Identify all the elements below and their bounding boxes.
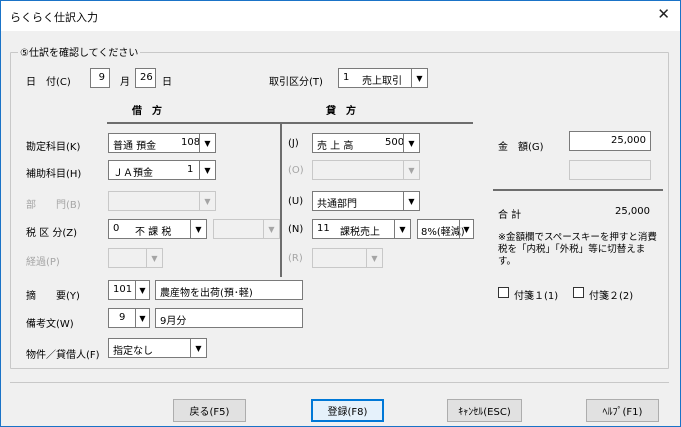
biko-label: 備考文(W) bbox=[26, 319, 74, 330]
total-value: 25,000 bbox=[615, 206, 650, 217]
day-unit: 日 bbox=[162, 77, 172, 88]
credit-sub-key: (O) bbox=[288, 165, 304, 176]
tax-toggle-note: ※金額欄でスペースキーを押すと消費税を「内税」「外税」等に切替えます。 bbox=[498, 232, 657, 267]
chevron-down-icon: ▼ bbox=[135, 281, 149, 299]
credit-dept-key: (U) bbox=[288, 196, 304, 207]
close-icon[interactable]: ✕ bbox=[657, 7, 670, 22]
chevron-down-icon: ▼ bbox=[199, 134, 215, 152]
chevron-down-icon: ▼ bbox=[403, 192, 419, 210]
debit-sub-label: 補助科目(H) bbox=[26, 169, 82, 180]
credit-tax-select[interactable]: 11 課税売上 ▼ bbox=[312, 219, 411, 239]
day-input[interactable]: 26 bbox=[135, 68, 156, 88]
cancel-button[interactable]: ｷｬﾝｾﾙ(ESC) bbox=[447, 399, 522, 422]
header-divider bbox=[107, 122, 473, 124]
chevron-down-icon: ▼ bbox=[403, 134, 419, 152]
credit-sub-select: ▼ bbox=[312, 160, 420, 180]
biko-code-select[interactable]: 9 ▼ bbox=[108, 308, 150, 328]
chevron-down-icon: ▼ bbox=[199, 192, 215, 210]
fusen2-label: 付箋２(2) bbox=[589, 291, 634, 302]
total-label: 合 計 bbox=[498, 210, 522, 221]
tekiyo-label: 摘 要(Y) bbox=[26, 291, 80, 302]
credit-keika-select: ▼ bbox=[312, 248, 383, 268]
chevron-down-icon: ▼ bbox=[146, 249, 162, 267]
debit-dept-label: 部 門(B) bbox=[26, 200, 81, 211]
dialog-window: らくらく仕訳入力 ✕ ⑤仕訳を確認してください 日 付(C) 9 月 26 日 … bbox=[0, 0, 681, 427]
chevron-down-icon: ▼ bbox=[411, 69, 427, 87]
help-button[interactable]: ﾍﾙﾌﾟ(F1) bbox=[586, 399, 659, 422]
debit-keika-label: 経過(P) bbox=[26, 257, 60, 268]
amount-tax-input bbox=[569, 160, 651, 180]
chevron-down-icon: ▼ bbox=[199, 161, 215, 179]
date-label: 日 付(C) bbox=[26, 77, 71, 88]
amount-input[interactable]: 25,000 bbox=[569, 131, 651, 151]
credit-header: 貸 方 bbox=[326, 106, 356, 117]
month-unit: 月 bbox=[120, 77, 130, 88]
chevron-down-icon: ▼ bbox=[366, 249, 382, 267]
fusen1-checkbox[interactable] bbox=[498, 287, 509, 298]
credit-tax-key: (N) bbox=[288, 224, 304, 235]
debit-header: 借 方 bbox=[132, 106, 162, 117]
torihiki-label: 取引区分(T) bbox=[269, 77, 323, 88]
window-title: らくらく仕訳入力 bbox=[10, 11, 98, 24]
month-input[interactable]: 9 bbox=[90, 68, 110, 88]
chevron-down-icon: ▼ bbox=[459, 220, 473, 238]
chevron-down-icon: ▼ bbox=[263, 220, 279, 238]
chevron-down-icon: ▼ bbox=[135, 309, 149, 327]
debit-tax-select[interactable]: 0 不 課 税 ▼ bbox=[108, 219, 207, 239]
bukken-select[interactable]: 指定なし ▼ bbox=[108, 338, 207, 358]
title-bar: らくらく仕訳入力 ✕ bbox=[1, 1, 680, 31]
credit-dept-select[interactable]: 共通部門 ▼ bbox=[312, 191, 420, 211]
credit-account-select[interactable]: 売 上 高 500 ▼ bbox=[312, 133, 420, 153]
fusen2-checkbox[interactable] bbox=[573, 287, 584, 298]
torihiki-select[interactable]: 1 売上取引 ▼ bbox=[338, 68, 428, 88]
debit-sub-select[interactable]: ＪＡ預金 1 ▼ bbox=[108, 160, 216, 180]
group-legend: ⑤仕訳を確認してください bbox=[18, 44, 141, 59]
tekiyo-code-select[interactable]: 101 ▼ bbox=[108, 280, 150, 300]
column-divider bbox=[280, 122, 282, 277]
bukken-label: 物件／貸借人(F) bbox=[26, 350, 100, 361]
amount-label: 金 額(G) bbox=[498, 142, 544, 153]
biko-text-input[interactable]: 9月分 bbox=[155, 308, 303, 328]
credit-tax-rate-select[interactable]: 8%(軽減) ▼ bbox=[417, 219, 474, 239]
chevron-down-icon: ▼ bbox=[190, 220, 206, 238]
debit-tax-label: 税 区 分(Z) bbox=[26, 228, 78, 239]
chevron-down-icon: ▼ bbox=[394, 220, 410, 238]
chevron-down-icon: ▼ bbox=[403, 161, 419, 179]
debit-tax-rate-select: ▼ bbox=[213, 219, 280, 239]
back-button[interactable]: 戻る(F5) bbox=[173, 399, 246, 422]
total-divider bbox=[493, 189, 663, 191]
credit-keika-key: (R) bbox=[288, 253, 303, 264]
debit-account-select[interactable]: 普通 預金 108 ▼ bbox=[108, 133, 216, 153]
debit-account-label: 勘定科目(K) bbox=[26, 142, 81, 153]
chevron-down-icon: ▼ bbox=[190, 339, 206, 357]
register-button[interactable]: 登録(F8) bbox=[311, 399, 384, 422]
debit-dept-select: ▼ bbox=[108, 191, 216, 211]
credit-account-key: (J) bbox=[288, 138, 299, 149]
fusen1-label: 付箋１(1) bbox=[514, 291, 559, 302]
tekiyo-text-input[interactable]: 農産物を出荷(預･軽) bbox=[155, 280, 303, 300]
footer-divider bbox=[10, 382, 669, 383]
debit-keika-select: ▼ bbox=[108, 248, 163, 268]
